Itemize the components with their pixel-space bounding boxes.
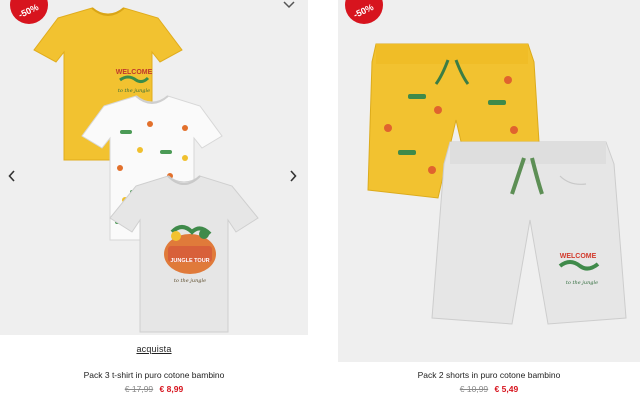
shorts-illustration: WELCOME to the jungle	[367, 43, 627, 325]
product-card-tshirt-pack[interactable]: WELCOME to the jungle JUNGLE TOUR to the…	[0, 0, 308, 395]
price-row: € 10,99 € 5,49	[338, 383, 640, 395]
heart-icon[interactable]	[282, 0, 296, 10]
chevron-right-icon[interactable]	[286, 168, 300, 184]
product-title[interactable]: Pack 2 shorts in puro cotone bambino	[338, 370, 640, 381]
sale-price: € 5,49	[494, 384, 519, 394]
tshirt-print-script: to the jungle	[118, 88, 150, 94]
product-card-shorts-pack[interactable]: WELCOME to the jungle -50% Pack 2 shorts…	[338, 0, 640, 395]
tshirt-print-welcome: WELCOME	[116, 69, 153, 76]
original-price: € 10,99	[459, 384, 489, 394]
tshirt-print-tour: JUNGLE TOUR	[170, 258, 209, 264]
product-title[interactable]: Pack 3 t-shirt in puro cotone bambino	[0, 370, 308, 381]
buy-link[interactable]: acquista	[136, 344, 171, 354]
buy-strip: acquista	[0, 335, 308, 362]
tshirt-print-script-2: to the jungle	[174, 278, 206, 284]
chevron-left-icon[interactable]	[5, 168, 19, 184]
original-price: € 17,99	[124, 384, 154, 394]
product-info: Pack 2 shorts in puro cotone bambino € 1…	[338, 370, 640, 395]
sale-price: € 8,99	[159, 384, 184, 394]
price-row: € 17,99 € 8,99	[0, 383, 308, 395]
product-info: Pack 3 t-shirt in puro cotone bambino € …	[0, 370, 308, 395]
shorts-print-script: to the jungle	[566, 280, 598, 286]
shorts-print-welcome: WELCOME	[560, 253, 597, 260]
tshirts-illustration: WELCOME to the jungle JUNGLE TOUR to the…	[33, 7, 259, 333]
product-image-shorts-pack[interactable]: WELCOME to the jungle -50%	[338, 0, 640, 362]
product-image-tshirt-pack[interactable]: WELCOME to the jungle JUNGLE TOUR to the…	[0, 0, 308, 362]
